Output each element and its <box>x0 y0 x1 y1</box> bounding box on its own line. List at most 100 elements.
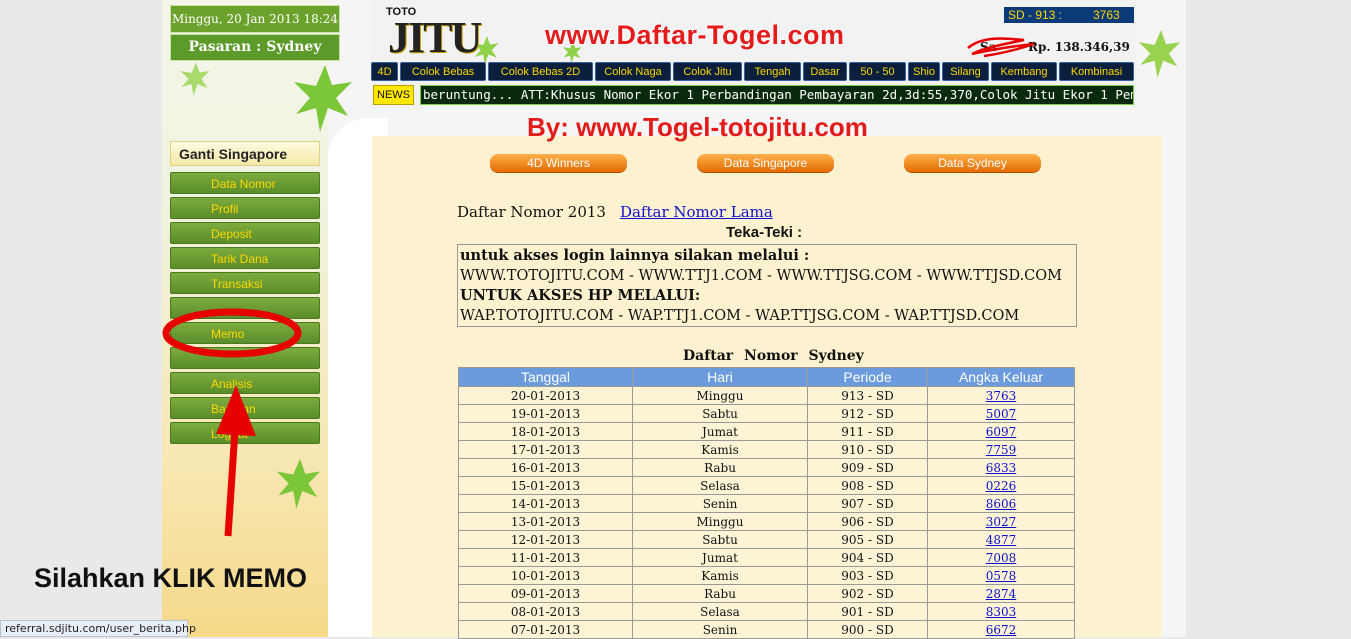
result-number-link[interactable]: 6097 <box>986 425 1017 439</box>
cell-periode: 906 - SD <box>807 512 928 531</box>
nav-tengah[interactable]: Tengah <box>744 62 801 81</box>
daftar-nomor-lama-link[interactable]: Daftar Nomor Lama <box>620 203 773 221</box>
result-number-link[interactable]: 0578 <box>986 569 1017 583</box>
cell-hari: Senin <box>632 494 808 513</box>
results-table-body: 20-01-2013 Minggu 913 - SD 3763 19-01-2013 Sa… <box>458 386 1075 639</box>
cell-hari: Jumat <box>632 548 808 567</box>
cell-periode: 903 - SD <box>807 566 928 585</box>
cell-angka-keluar[interactable]: 0226 <box>927 476 1075 495</box>
leaf-decoration-icon <box>1138 30 1181 78</box>
cell-hari: Sabtu <box>632 404 808 423</box>
cell-angka-keluar[interactable]: 6672 <box>927 620 1075 639</box>
balance-amount: Rp. 138.346,39 <box>1028 40 1130 54</box>
cell-tanggal: 10-01-2013 <box>458 566 633 585</box>
nav-colok-jitu[interactable]: Colok Jitu <box>673 62 742 81</box>
site-logo[interactable]: TOTO JITU <box>386 6 482 62</box>
sidebar-item-tarik-dana[interactable]: Tarik Dana <box>170 247 320 269</box>
table-row: 16-01-2013 Rabu 909 - SD 6833 <box>458 458 1075 477</box>
cell-angka-keluar[interactable]: 4877 <box>927 530 1075 549</box>
cell-angka-keluar[interactable]: 8303 <box>927 602 1075 621</box>
cell-periode: 904 - SD <box>807 548 928 567</box>
result-number-link[interactable]: 3027 <box>986 515 1017 529</box>
result-number-link[interactable]: 7759 <box>986 443 1017 457</box>
cell-hari: Kamis <box>632 440 808 459</box>
nav-shio[interactable]: Shio <box>908 62 940 81</box>
news-label: NEWS <box>373 85 414 105</box>
cell-tanggal: 19-01-2013 <box>458 404 633 423</box>
table-row: 17-01-2013 Kamis 910 - SD 7759 <box>458 440 1075 459</box>
info-line-1: untuk akses login lainnya silakan melalu… <box>460 247 810 264</box>
nav-silang[interactable]: Silang <box>942 62 989 81</box>
cell-angka-keluar[interactable]: 0578 <box>927 566 1075 585</box>
result-number-link[interactable]: 6833 <box>986 461 1017 475</box>
cell-tanggal: 20-01-2013 <box>458 386 633 405</box>
arrow-head-icon <box>216 385 256 436</box>
nav-dasar[interactable]: Dasar <box>803 62 847 81</box>
teka-teki-title: Teka-Teki : <box>726 224 803 241</box>
result-number-link[interactable]: 5007 <box>986 407 1017 421</box>
cell-periode: 910 - SD <box>807 440 928 459</box>
cell-tanggal: 13-01-2013 <box>458 512 633 531</box>
cell-angka-keluar[interactable]: 8606 <box>927 494 1075 513</box>
result-number-link[interactable]: 8303 <box>986 605 1017 619</box>
cell-periode: 908 - SD <box>807 476 928 495</box>
nav-4d[interactable]: 4D <box>371 62 398 81</box>
col-header-tanggal: Tanggal <box>458 367 633 387</box>
table-row: 13-01-2013 Minggu 906 - SD 3027 <box>458 512 1075 531</box>
result-number-link[interactable]: 8606 <box>986 497 1017 511</box>
nav-kombinasi[interactable]: Kombinasi <box>1059 62 1134 81</box>
redaction-scribble-icon <box>967 37 1035 58</box>
cell-tanggal: 08-01-2013 <box>458 602 633 621</box>
nav-kembang[interactable]: Kembang <box>991 62 1057 81</box>
watermark-by-title: By: www.Togel-totojitu.com <box>527 112 868 142</box>
result-number-link[interactable]: 2874 <box>986 587 1017 601</box>
cell-hari: Jumat <box>632 422 808 441</box>
news-ticker: beruntung... ATT:Khusus Nomor Ekor 1 Per… <box>420 85 1134 105</box>
latest-result-number: 3763 <box>1093 8 1120 22</box>
result-number-link[interactable]: 4877 <box>986 533 1017 547</box>
daftar-header: Daftar Nomor 2013 Daftar Nomor Lama <box>457 203 773 221</box>
data-singapore-button[interactable]: Data Singapore <box>697 154 834 172</box>
cell-periode: 912 - SD <box>807 404 928 423</box>
nav-colok-bebas-2d[interactable]: Colok Bebas 2D <box>488 62 593 81</box>
leaf-decoration-icon <box>294 65 352 132</box>
data-sydney-button[interactable]: Data Sydney <box>904 154 1041 172</box>
nav-50-50[interactable]: 50 - 50 <box>849 62 906 81</box>
daftar-label: Daftar Nomor 2013 <box>457 203 606 221</box>
table-row: 20-01-2013 Minggu 913 - SD 3763 <box>458 386 1075 405</box>
cell-angka-keluar[interactable]: 3027 <box>927 512 1075 531</box>
sidebar-item-deposit[interactable]: Deposit <box>170 222 320 244</box>
annotation-overlay <box>162 308 302 537</box>
col-header-hari: Hari <box>632 367 808 387</box>
table-row: 10-01-2013 Kamis 903 - SD 0578 <box>458 566 1075 585</box>
cell-hari: Selasa <box>632 476 808 495</box>
cell-tanggal: 17-01-2013 <box>458 440 633 459</box>
result-number-link[interactable]: 3763 <box>986 389 1017 403</box>
cell-angka-keluar[interactable]: 7008 <box>927 548 1075 567</box>
result-number-link[interactable]: 0226 <box>986 479 1017 493</box>
cell-angka-keluar[interactable]: 3763 <box>927 386 1075 405</box>
cell-angka-keluar[interactable]: 2874 <box>927 584 1075 603</box>
cell-hari: Sabtu <box>632 530 808 549</box>
cell-tanggal: 14-01-2013 <box>458 494 633 513</box>
nav-colok-naga[interactable]: Colok Naga <box>595 62 671 81</box>
cell-angka-keluar[interactable]: 6097 <box>927 422 1075 441</box>
cell-hari: Minggu <box>632 386 808 405</box>
result-number-link[interactable]: 7008 <box>986 551 1017 565</box>
switch-market-button[interactable]: Ganti Singapore <box>170 141 320 166</box>
watermark-site-title: www.Daftar-Togel.com <box>545 20 845 50</box>
4d-winners-button[interactable]: 4D Winners <box>490 154 627 172</box>
sidebar-item-profil[interactable]: Profil <box>170 197 320 219</box>
sidebar-item-transaksi[interactable]: Transaksi <box>170 272 320 294</box>
instruction-text: Silahkan KLIK MEMO <box>34 563 308 593</box>
cell-angka-keluar[interactable]: 5007 <box>927 404 1075 423</box>
cell-hari: Kamis <box>632 566 808 585</box>
cell-angka-keluar[interactable]: 7759 <box>927 440 1075 459</box>
cell-angka-keluar[interactable]: 6833 <box>927 458 1075 477</box>
cell-periode: 911 - SD <box>807 422 928 441</box>
sidebar-item-data-nomor[interactable]: Data Nomor <box>170 172 320 194</box>
screenshot: Minggu, 20 Jan 2013 18:24 PM Pasaran : S… <box>0 0 1351 639</box>
result-number-link[interactable]: 6672 <box>986 623 1017 637</box>
results-table: Tanggal Hari Periode Angka Keluar 20-01-… <box>458 367 1075 639</box>
nav-colok-bebas[interactable]: Colok Bebas <box>400 62 486 81</box>
